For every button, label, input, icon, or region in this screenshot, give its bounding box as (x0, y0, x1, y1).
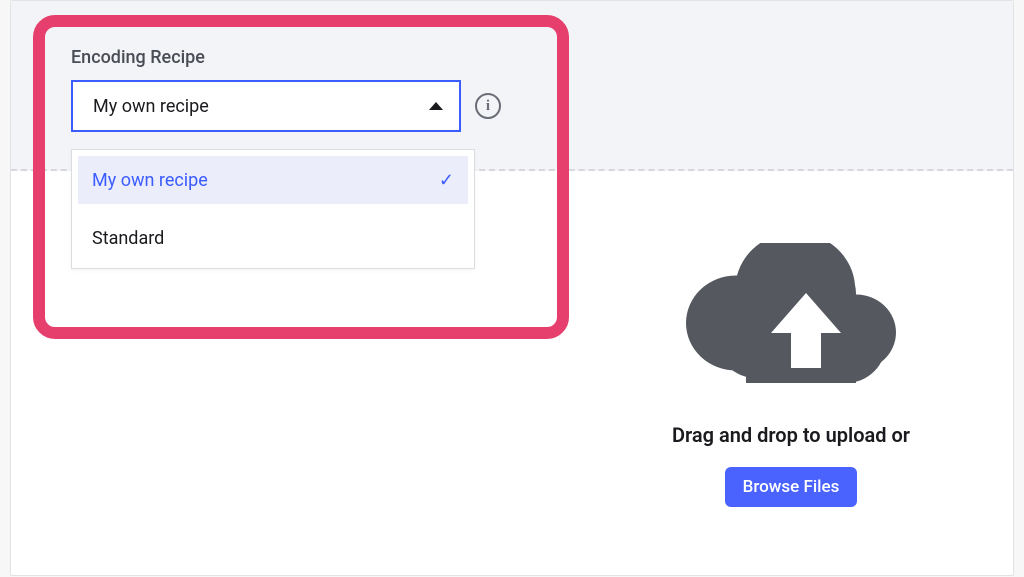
info-icon[interactable]: i (475, 93, 501, 119)
browse-files-button[interactable]: Browse Files (725, 467, 858, 507)
page-container: Encoding Recipe My own recipe i My own r… (10, 0, 1014, 576)
dropdown-option-standard[interactable]: Standard (78, 214, 468, 262)
check-icon: ✓ (439, 170, 454, 191)
encoding-recipe-selected-value: My own recipe (93, 96, 209, 117)
upload-instruction-text: Drag and drop to upload or (672, 423, 910, 447)
encoding-recipe-field: Encoding Recipe My own recipe i (71, 47, 501, 132)
encoding-recipe-dropdown: My own recipe ✓ Standard (71, 149, 475, 269)
dropdown-option-label: My own recipe (92, 170, 208, 191)
upload-area[interactable]: Drag and drop to upload or Browse Files (571, 173, 1011, 577)
dropdown-option-label: Standard (92, 228, 164, 249)
encoding-recipe-select-row: My own recipe i (71, 80, 501, 132)
encoding-recipe-select[interactable]: My own recipe (71, 80, 461, 132)
dropdown-option-my-own-recipe[interactable]: My own recipe ✓ (78, 156, 468, 204)
encoding-recipe-label: Encoding Recipe (71, 47, 501, 68)
chevron-up-icon (429, 102, 443, 110)
cloud-upload-icon (681, 243, 901, 393)
